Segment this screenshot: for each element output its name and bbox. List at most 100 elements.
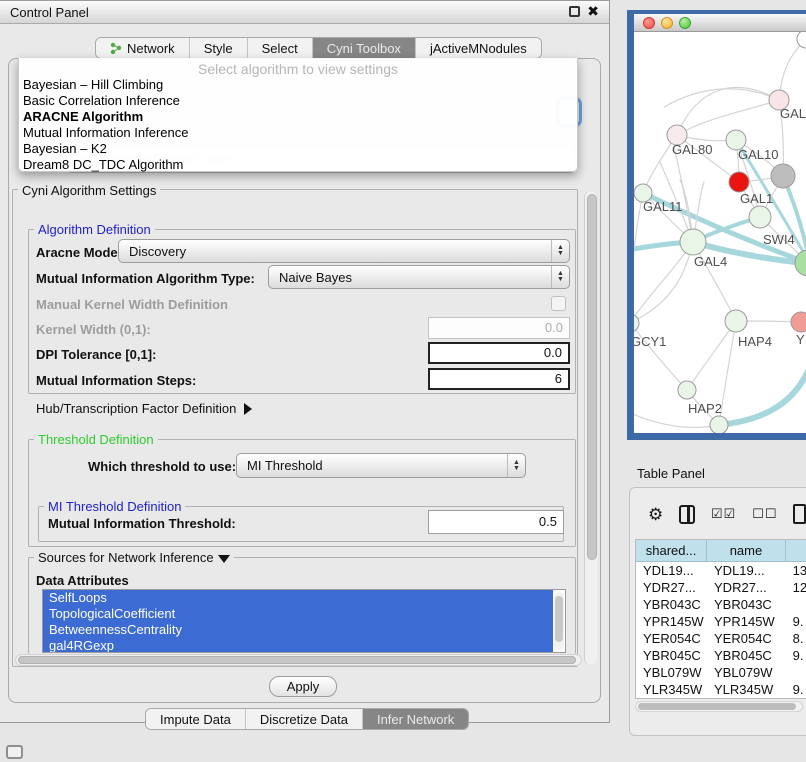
tab-select[interactable]: Select [248, 38, 313, 58]
hub-definition-toggle[interactable]: Hub/Transcription Factor Definition [36, 401, 252, 416]
aracne-mode-combo[interactable]: Discovery ▲▼ [118, 239, 570, 263]
tab-cyni-toolbox[interactable]: Cyni Toolbox [313, 38, 416, 58]
table-row[interactable]: YER054CYER054C8. [636, 630, 806, 647]
list-scrollbar-thumb[interactable] [555, 596, 563, 642]
threshold-definition-legend: Threshold Definition [34, 432, 158, 447]
table-row[interactable]: YIL052CYIL052C9 [636, 698, 806, 699]
dropdown-item[interactable]: Basic Correlation Inference [19, 93, 577, 109]
table-cell [786, 664, 806, 681]
minimize-window-icon[interactable] [661, 17, 673, 29]
table-column-header[interactable] [786, 540, 806, 561]
network-graph: GAL7GAL80GAL10GAL1GAL11SWI4GAL4GCY1HAP4Y… [634, 32, 806, 433]
network-node[interactable] [710, 416, 728, 433]
table-cell: YER054C [707, 630, 786, 647]
tab-network[interactable]: Network [96, 38, 190, 58]
attribute-list-item[interactable]: BetweennessCentrality [43, 622, 553, 638]
table-horizontal-scrollbar-thumb[interactable] [638, 703, 796, 710]
network-edge[interactable] [687, 321, 736, 390]
gear-icon[interactable]: ⚙ [648, 506, 663, 523]
dropdown-item[interactable]: Bayesian – Hill Climbing [19, 77, 577, 93]
mi-threshold-field[interactable]: 0.5 [428, 510, 564, 534]
network-edge[interactable] [634, 242, 693, 323]
data-attributes-list: SelfLoopsTopologicalCoefficientBetweenne… [42, 589, 566, 653]
float-panel-icon[interactable] [569, 6, 580, 17]
network-edge[interactable] [674, 147, 693, 242]
network-node[interactable] [725, 310, 747, 332]
settings-horizontal-scrollbar [15, 654, 582, 666]
table-row[interactable]: YBR043CYBR043C [636, 596, 806, 613]
table-cell: YIL052C [707, 698, 786, 699]
table-cell: YBL079W [707, 664, 786, 681]
network-edge[interactable] [634, 193, 643, 323]
settings-vertical-scrollbar-thumb[interactable] [587, 194, 597, 560]
network-node[interactable] [791, 312, 806, 332]
table-row[interactable]: YPR145WYPR145W9. [636, 613, 806, 630]
tab-impute-data[interactable]: Impute Data [146, 709, 246, 729]
algorithm-definition-legend: Algorithm Definition [34, 222, 155, 237]
table-cell: YDR27... [707, 579, 786, 596]
node-label: GAL80 [672, 142, 712, 157]
dropdown-item[interactable]: Mutual Information Inference [19, 125, 577, 141]
network-node[interactable] [634, 314, 639, 332]
table-panel: ⚙ ☑☑ ☐☐ shared...name YDL19...YDL19...13… [629, 487, 806, 736]
mi-threshold-legend: MI Threshold Definition [44, 499, 185, 514]
attribute-list-item[interactable]: TopologicalCoefficient [43, 606, 553, 622]
columns-icon[interactable] [679, 505, 695, 524]
network-edge[interactable] [719, 362, 806, 425]
network-node[interactable] [795, 250, 806, 276]
network-node[interactable] [729, 172, 749, 192]
mi-steps-field[interactable]: 6 [428, 368, 570, 390]
list-scrollbar [554, 592, 564, 650]
attribute-list-item[interactable]: SelfLoops [43, 590, 553, 606]
tab-label: Style [204, 41, 233, 56]
network-node[interactable] [680, 229, 706, 255]
network-canvas[interactable]: GAL7GAL80GAL10GAL1GAL11SWI4GAL4GCY1HAP4Y… [634, 32, 806, 433]
dropdown-item[interactable]: Dream8 DC_TDC Algorithm [19, 157, 577, 173]
tab-infer-network[interactable]: Infer Network [363, 709, 468, 729]
network-edge[interactable] [677, 100, 779, 135]
tab-jactivemnodules[interactable]: jActiveMNodules [416, 38, 541, 58]
close-icon[interactable]: ✖ [587, 5, 599, 17]
select-all-columns-icon[interactable]: ☑☑ [711, 506, 736, 522]
network-node[interactable] [797, 32, 806, 48]
stepper-arrows-icon: ▲▼ [551, 240, 569, 262]
network-node[interactable] [678, 381, 696, 399]
table-row[interactable]: YBL079WYBL079W [636, 664, 806, 681]
table-cell: YPR145W [707, 613, 786, 630]
which-threshold-combo[interactable]: MI Threshold ▲▼ [236, 453, 526, 478]
node-label: GAL4 [694, 254, 727, 269]
table-column-header[interactable]: name [707, 540, 786, 561]
network-node[interactable] [771, 164, 795, 188]
node-label: GAL11 [643, 199, 683, 214]
attribute-list-item[interactable]: gal4RGexp [43, 638, 553, 653]
tab-style[interactable]: Style [190, 38, 248, 58]
new-table-icon[interactable] [793, 504, 806, 524]
table-cell: 9. [786, 613, 806, 630]
table-row[interactable]: YBR045CYBR045C9. [636, 647, 806, 664]
cyni-mode-tabbar: Impute DataDiscretize DataInfer Network [145, 708, 469, 730]
data-attributes-label: Data Attributes [36, 573, 129, 588]
network-node[interactable] [749, 206, 771, 228]
cyni-settings-legend: Cyni Algorithm Settings [18, 183, 160, 198]
deselect-all-columns-icon[interactable]: ☐☐ [752, 506, 777, 522]
table-header-row: shared...name [636, 540, 806, 562]
tab-discretize-data[interactable]: Discretize Data [246, 709, 363, 729]
table-row[interactable]: YLR345WYLR345W9. [636, 681, 806, 698]
dropdown-item[interactable]: ARACNE Algorithm [19, 109, 577, 125]
close-window-icon[interactable] [643, 17, 655, 29]
mi-steps-label: Mutual Information Steps: [36, 373, 196, 388]
table-cell: YIL052C [636, 698, 707, 699]
table-cell: YBR045C [707, 647, 786, 664]
settings-horizontal-scrollbar-thumb[interactable] [18, 656, 576, 664]
table-cell: YER054C [636, 630, 707, 647]
apply-button[interactable]: Apply [269, 676, 337, 697]
dpi-tolerance-field[interactable]: 0.0 [428, 342, 570, 364]
zoom-window-icon[interactable] [679, 17, 691, 29]
mi-type-combo[interactable]: Naive Bayes ▲▼ [268, 265, 570, 289]
dropdown-item[interactable]: Bayesian – K2 [19, 141, 577, 157]
table-cell: YBR043C [707, 596, 786, 613]
docked-panel-icon[interactable] [6, 745, 23, 759]
table-column-header[interactable]: shared... [636, 540, 707, 561]
table-row[interactable]: YDR27...YDR27...12 [636, 579, 806, 596]
table-row[interactable]: YDL19...YDL19...13 [636, 562, 806, 579]
